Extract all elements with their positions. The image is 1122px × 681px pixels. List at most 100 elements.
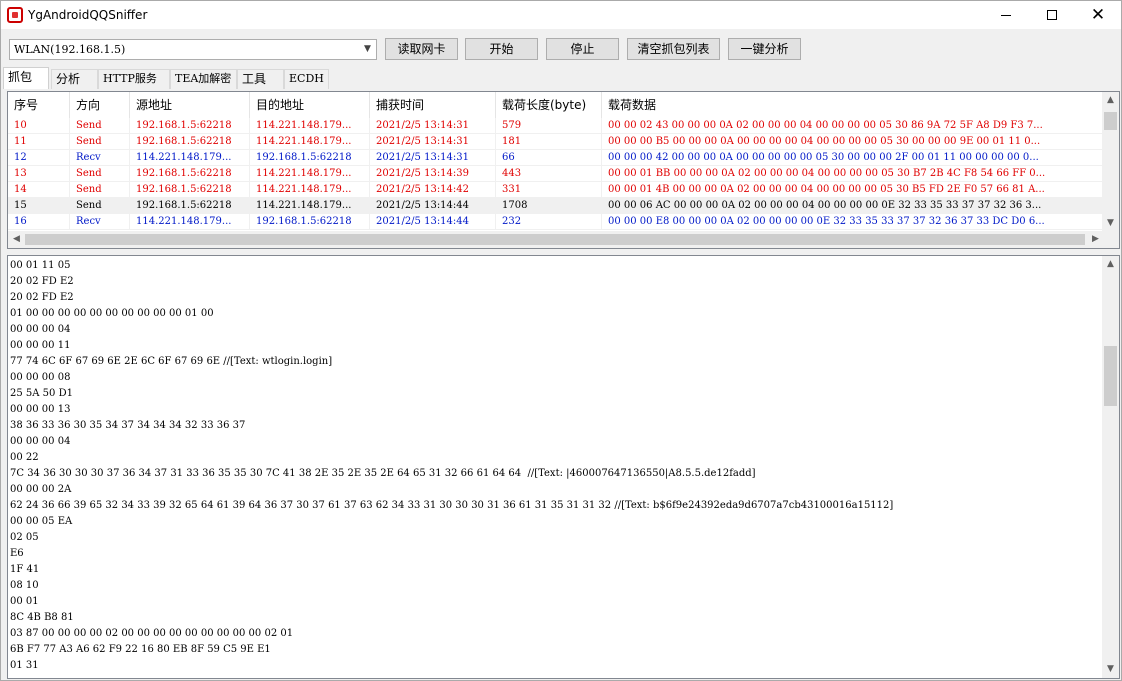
hex-line: 00 00 00 11 [10,340,71,351]
cell-src: 192.168.1.5:62218 [130,166,250,182]
cell-id: 12 [8,150,70,166]
cell-time: 2021/2/5 13:14:39 [370,166,496,182]
hex-line: 00 00 00 2A [10,484,72,495]
table-row[interactable]: 14 Send 192.168.1.5:62218 114.221.148.179..… [8,182,1104,198]
packet-list[interactable]: 序号 方向 源地址 目的地址 捕获时间 载荷长度(byte) 载荷数据 10 Se… [7,91,1120,249]
column-header-index[interactable]: 序号 [8,92,70,118]
packet-list-horizontal-scrollbar[interactable]: ◀ ▶ [8,231,1104,248]
table-row[interactable]: 15 Send 192.168.1.5:62218 114.221.148.179..… [8,198,1104,214]
scrollbar-corner [1102,231,1119,248]
column-header-direction[interactable]: 方向 [70,92,130,118]
hex-text-content[interactable]: 00 01 11 05 20 02 FD E2 20 02 FD E2 01 00 0… [10,258,1100,674]
table-row[interactable]: 12 Recv 114.221.148.179... 192.168.1.5:6221… [8,150,1104,166]
cell-time: 2021/2/5 13:14:31 [370,118,496,134]
hex-line: 77 74 6C 6F 67 69 6E 2E 6C 6F 67 69 6E /… [10,356,333,367]
cell-id: 16 [8,214,70,230]
cell-len: 1708 [496,198,602,214]
cell-time: 2021/2/5 13:14:31 [370,134,496,150]
cell-data: 00 00 06 AC 00 00 00 0A 02 00 00 00 04 0… [602,198,1104,214]
scroll-up-icon[interactable]: ▲ [1102,92,1119,109]
tab-capture[interactable]: 抓包 [3,67,49,89]
tab-tea-crypto[interactable]: TEA加解密 [170,69,237,89]
cell-dst: 192.168.1.5:62218 [250,150,370,166]
table-row[interactable]: 16 Recv 114.221.148.179... 192.168.1.5:6221… [8,214,1104,230]
hex-line: E6 [10,548,24,559]
cell-src: 114.221.148.179... [130,150,250,166]
cell-dst: 114.221.148.179... [250,118,370,134]
cell-dst: 114.221.148.179... [250,134,370,150]
tab-strip: 抓包 分析 HTTP服务器 TEA加解密 工具 ECDH [1,67,1121,103]
app-window: YgAndroidQQSniffer ✕ WLAN(192.168.1.5) ▼… [0,0,1122,681]
cell-len: 443 [496,166,602,182]
cell-data: 00 00 00 B5 00 00 00 0A 00 00 00 00 04 0… [602,134,1104,150]
hex-line: 38 36 33 36 30 35 34 37 34 34 34 32 33 3… [10,420,246,431]
scroll-thumb[interactable] [1104,112,1117,130]
scroll-down-icon[interactable]: ▼ [1102,215,1119,232]
hex-line: 20 02 FD E2 [10,276,74,287]
tab-ecdh[interactable]: ECDH [284,69,329,89]
hex-line: 00 00 00 04 [10,324,71,335]
start-button[interactable]: 开始 [465,38,538,60]
column-header-payload-data[interactable]: 载荷数据 [602,92,1104,118]
scroll-down-icon[interactable]: ▼ [1102,661,1119,678]
cell-dir: Send [70,118,130,134]
scroll-thumb[interactable] [25,234,1085,245]
scroll-up-icon[interactable]: ▲ [1102,256,1119,273]
maximize-button[interactable] [1029,1,1075,29]
hex-line: 01 31 [10,660,39,671]
hex-line: 8C 4B B8 81 [10,612,74,623]
one-click-analyze-button[interactable]: 一键分析 [728,38,801,60]
cell-time: 2021/2/5 13:14:44 [370,198,496,214]
close-button[interactable]: ✕ [1075,1,1121,29]
tab-tools[interactable]: 工具 [237,69,284,89]
cell-dir: Recv [70,150,130,166]
hex-analysis-view[interactable]: 00 01 11 05 20 02 FD E2 20 02 FD E2 01 00 0… [7,255,1120,679]
stop-button[interactable]: 停止 [546,38,619,60]
window-title: YgAndroidQQSniffer [28,8,148,22]
column-header-capture-time[interactable]: 捕获时间 [370,92,496,118]
hex-line: 02 05 [10,532,39,543]
cell-dir: Send [70,166,130,182]
read-adapter-button[interactable]: 读取网卡 [385,38,458,60]
cell-len: 579 [496,118,602,134]
cell-id: 11 [8,134,70,150]
hex-line: 7C 34 36 30 30 30 37 36 34 37 31 33 36 3… [10,468,756,479]
cell-len: 181 [496,134,602,150]
hex-view-vertical-scrollbar[interactable]: ▲ ▼ [1102,256,1119,678]
hex-line: 62 24 36 66 39 65 32 34 33 39 32 65 64 6… [10,500,894,511]
tab-analysis[interactable]: 分析 [51,69,98,89]
cell-id: 10 [8,118,70,134]
cell-data: 00 00 02 43 00 00 00 0A 02 00 00 00 04 0… [602,118,1104,134]
minimize-icon [1001,14,1011,16]
app-icon [7,7,23,23]
cell-data: 00 00 00 42 00 00 00 0A 00 00 00 00 00 0… [602,150,1104,166]
close-icon: ✕ [1090,5,1106,25]
cell-dst: 114.221.148.179... [250,198,370,214]
hex-line: 25 5A 50 D1 [10,388,73,399]
minimize-button[interactable] [983,1,1029,29]
hex-line: 00 01 11 05 [10,260,71,271]
cell-dir: Send [70,198,130,214]
clear-capture-list-button[interactable]: 清空抓包列表 [627,38,720,60]
cell-data: 00 00 01 BB 00 00 00 0A 02 00 00 00 04 0… [602,166,1104,182]
hex-line: 08 10 [10,580,39,591]
title-bar[interactable]: YgAndroidQQSniffer ✕ [1,1,1121,29]
column-header-payload-length[interactable]: 载荷长度(byte) [496,92,602,118]
scroll-left-icon[interactable]: ◀ [8,231,25,248]
hex-line: 1F 41 [10,564,40,575]
cell-src: 192.168.1.5:62218 [130,182,250,198]
packet-list-vertical-scrollbar[interactable]: ▲ ▼ [1102,92,1119,232]
column-header-source[interactable]: 源地址 [130,92,250,118]
table-row[interactable]: 13 Send 192.168.1.5:62218 114.221.148.179..… [8,166,1104,182]
hex-line: 00 00 00 08 [10,372,71,383]
cell-len: 66 [496,150,602,166]
tab-http-server[interactable]: HTTP服务器 [98,69,170,103]
scroll-thumb[interactable] [1104,346,1117,406]
hex-line: 00 00 00 04 [10,436,71,447]
table-row[interactable]: 10 Send 192.168.1.5:62218 114.221.148.179..… [8,118,1104,134]
cell-dir: Recv [70,214,130,230]
table-row[interactable]: 11 Send 192.168.1.5:62218 114.221.148.179..… [8,134,1104,150]
network-adapter-select[interactable]: WLAN(192.168.1.5) ▼ [9,39,377,60]
column-header-destination[interactable]: 目的地址 [250,92,370,118]
chevron-down-icon[interactable]: ▼ [359,40,376,59]
